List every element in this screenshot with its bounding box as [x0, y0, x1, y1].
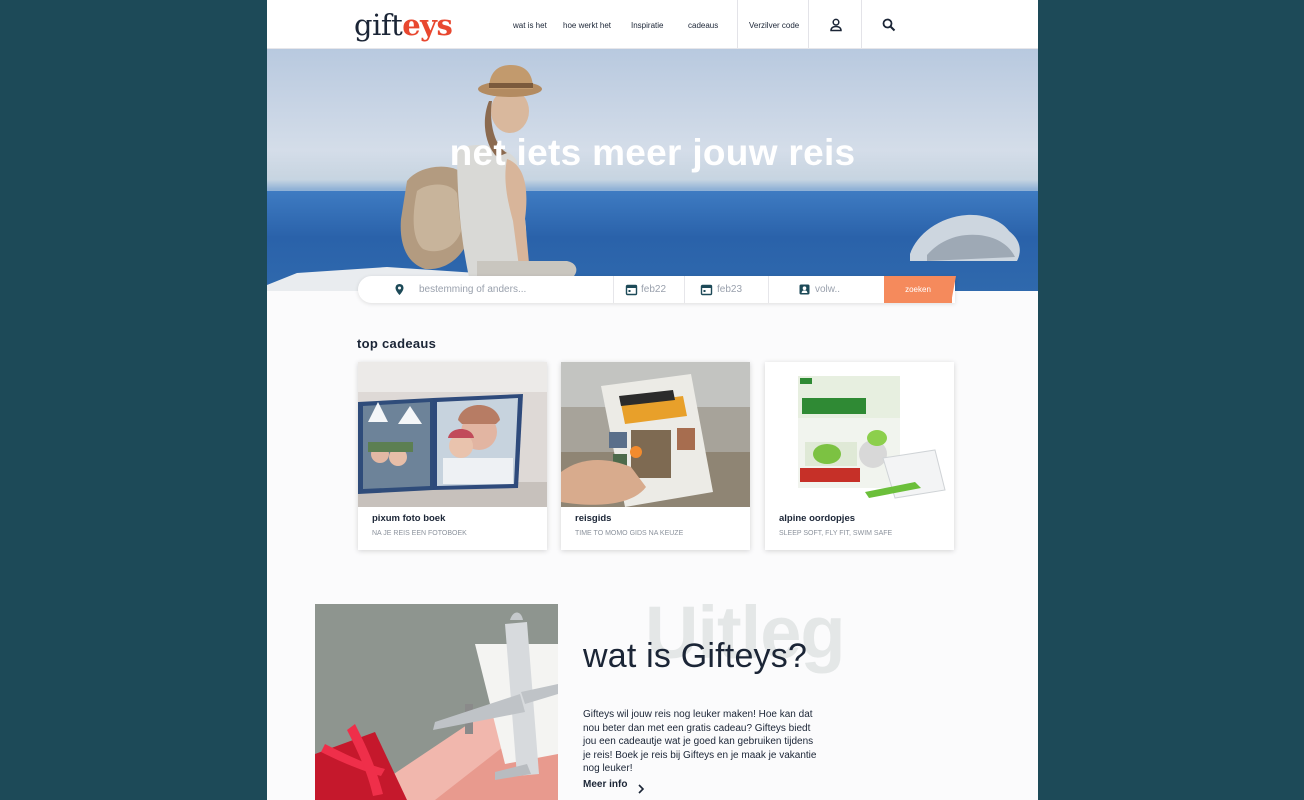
airplane-gift-image	[315, 604, 558, 800]
search-divider	[768, 276, 769, 303]
search-button-tail	[951, 276, 956, 303]
meer-info-link[interactable]: Meer info	[583, 779, 627, 790]
date-from-field[interactable]: feb22	[641, 284, 666, 295]
card-subtitle: TIME TO MOMO GIDS NA KEUZE	[575, 530, 684, 537]
destination-input[interactable]: bestemming of anders...	[419, 284, 526, 295]
card-subtitle: NA JE REIS EEN FOTOBOEK	[372, 530, 467, 537]
earplugs-image	[765, 362, 954, 507]
nav-wat-is-het[interactable]: wat is het	[513, 21, 547, 30]
search-divider	[613, 276, 614, 303]
site-header: gifteys wat is het hoe werkt het Inspira…	[267, 0, 1038, 49]
card-subtitle: SLEEP SOFT, FLY FIT, SWIM SAFE	[779, 530, 893, 537]
logo-part-gift: gift	[354, 8, 403, 42]
hero-banner: net iets meer jouw reis	[267, 49, 1038, 291]
photobook-image	[358, 362, 547, 507]
chevron-right-icon[interactable]	[637, 781, 645, 794]
travelers-icon	[798, 283, 811, 296]
page: gifteys wat is het hoe werkt het Inspira…	[267, 0, 1038, 800]
gift-card-earplugs[interactable]: alpine oordopjes SLEEP SOFT, FLY FIT, SW…	[765, 362, 954, 550]
travelers-field[interactable]: volw..	[815, 284, 840, 295]
nav-divider	[861, 0, 862, 48]
card-title: pixum foto boek	[372, 513, 446, 524]
nav-divider	[808, 0, 809, 48]
gift-card-travel-guide[interactable]: reisgids TIME TO MOMO GIDS NA KEUZE	[561, 362, 750, 550]
gift-card-photobook[interactable]: pixum foto boek NA JE REIS EEN FOTOBOEK	[358, 362, 547, 550]
location-pin-icon	[393, 283, 406, 296]
nav-verzilver-code[interactable]: Verzilver code	[749, 21, 799, 30]
calendar-icon	[700, 283, 713, 296]
card-title: alpine oordopjes	[779, 513, 856, 524]
gifteys-logo[interactable]: gifteys	[354, 7, 453, 43]
explain-title: wat is Gifteys?	[583, 637, 808, 675]
nav-cadeaus[interactable]: cadeaus	[688, 21, 718, 30]
user-icon[interactable]	[828, 17, 844, 33]
top-gifts-heading: top cadeaus	[357, 336, 437, 351]
card-title: reisgids	[575, 513, 612, 524]
logo-part-eys: eys	[402, 8, 453, 42]
explain-body: Gifteys wil jouw reis nog leuker maken! …	[583, 709, 817, 774]
trip-search-bar: bestemming of anders... feb22 feb23 volw…	[358, 276, 956, 303]
search-submit-button[interactable]: zoeken	[884, 276, 952, 303]
hero-title: net iets meer jouw reis	[449, 132, 856, 173]
search-icon[interactable]	[881, 17, 897, 33]
nav-divider	[737, 0, 738, 48]
calendar-icon	[625, 283, 638, 296]
nav-inspiratie[interactable]: Inspiratie	[631, 21, 663, 30]
nav-hoe-werkt-het[interactable]: hoe werkt het	[563, 21, 611, 30]
travel-guide-image	[561, 362, 750, 507]
date-to-field[interactable]: feb23	[717, 284, 742, 295]
search-divider	[684, 276, 685, 303]
